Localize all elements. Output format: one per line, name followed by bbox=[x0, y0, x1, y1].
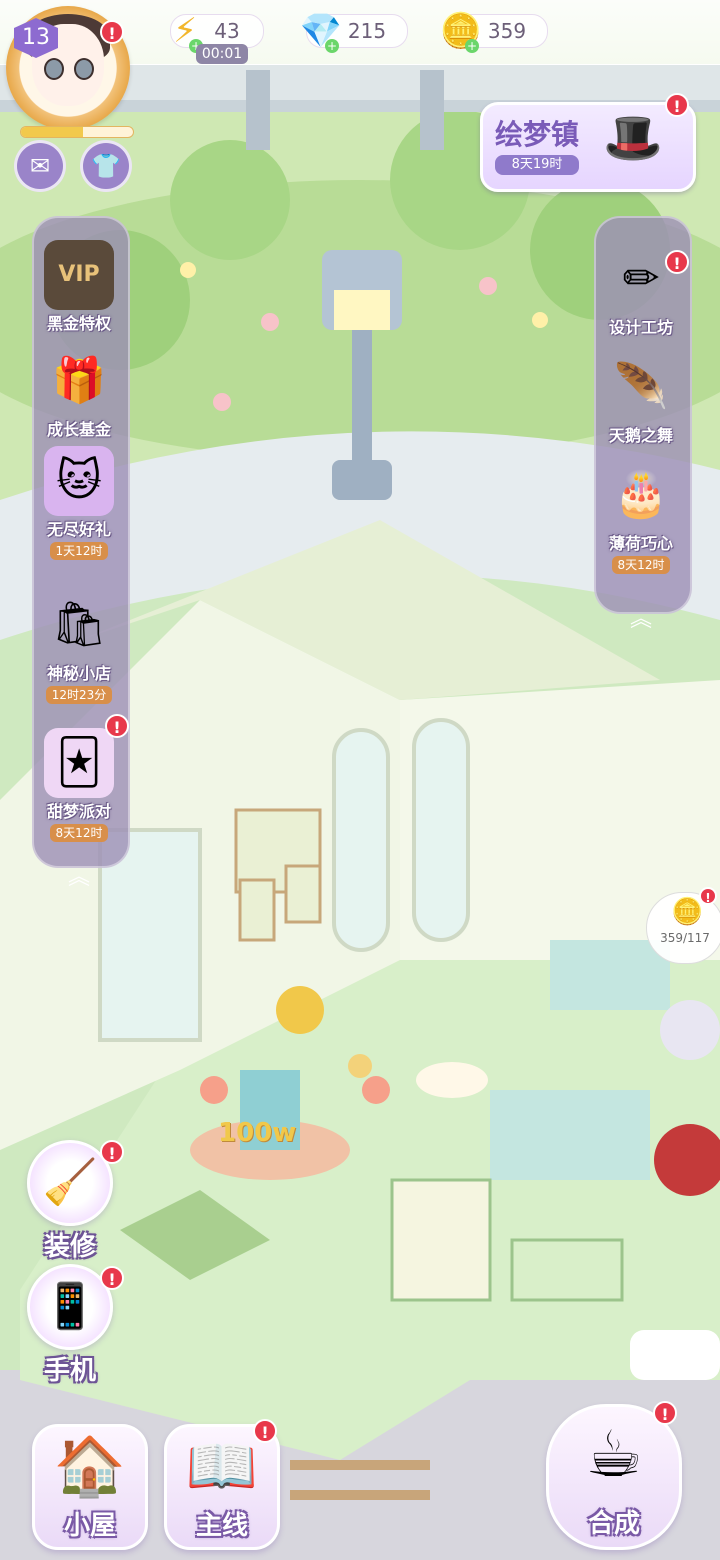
coins-resource[interactable]: 🪙 + 359 bbox=[440, 11, 548, 53]
mail-icon: ✉ bbox=[29, 152, 51, 180]
sidebar-item-mint-choco[interactable]: 🎂 薄荷巧心 8天12时 bbox=[593, 460, 689, 574]
chocolate-cake-icon: 🎂 bbox=[613, 469, 669, 520]
sidebar-item-mystery-shop[interactable]: 🛍 神秘小店 12时23分 bbox=[31, 590, 127, 704]
sidebar-item-label: 神秘小店 bbox=[46, 664, 111, 683]
vip-card-icon: VIP bbox=[44, 240, 114, 310]
sidebar-item-swan-dance[interactable]: 🪶 天鹅之舞 bbox=[593, 352, 689, 446]
sidebar-item-endless-gift[interactable]: 🐱 无尽好礼 1天12时 bbox=[31, 446, 127, 560]
cat-gift-icon: 🐱 bbox=[44, 446, 114, 516]
party-cards-icon: 🃏 bbox=[44, 728, 114, 798]
gems-resource[interactable]: 💎 + 215 bbox=[300, 11, 408, 53]
outfit-icon: 👕 bbox=[91, 152, 121, 180]
avatar-eye-right bbox=[74, 58, 94, 80]
phone-button[interactable]: 📱 手机 ! bbox=[22, 1264, 124, 1387]
coin-collect-count: 359/117 bbox=[660, 931, 710, 945]
event-alert-badge: ! bbox=[665, 93, 689, 117]
sidebar-item-design-workshop[interactable]: ✏ 设计工坊 ! bbox=[593, 244, 689, 338]
sidebar-item-label: 黑金特权 bbox=[46, 314, 111, 333]
phone-label: 手机 bbox=[43, 1356, 96, 1386]
fountain-sign: 100w bbox=[218, 1118, 297, 1148]
sidebar-item-label: 无尽好礼 bbox=[46, 520, 111, 539]
avatar-alert-badge: ! bbox=[100, 20, 124, 44]
xp-bar-fill bbox=[21, 127, 83, 137]
energy-resource[interactable]: ⚡ + 43 bbox=[170, 11, 264, 53]
sidebar-item-label: 设计工坊 bbox=[608, 318, 673, 337]
energy-timer: 00:01 bbox=[196, 44, 248, 64]
sidebar-item-timer: 12时23分 bbox=[45, 686, 113, 704]
sidebar-item-label: 天鹅之舞 bbox=[608, 426, 673, 445]
player-avatar[interactable]: 13 ! bbox=[6, 6, 134, 138]
decorate-alert-badge: ! bbox=[100, 1140, 124, 1164]
decorate-label: 装修 bbox=[43, 1232, 96, 1262]
nav-merge[interactable]: ☕ 合成 ! bbox=[546, 1401, 682, 1550]
coins-add-icon[interactable]: + bbox=[465, 39, 479, 53]
sidebar-item-timer: 1天12时 bbox=[49, 542, 109, 560]
right-sidebar-collapse-icon[interactable]: ︽ bbox=[624, 608, 658, 632]
shop-gifts-icon: 🛍 bbox=[51, 599, 107, 650]
feather-icon: 🪶 bbox=[613, 361, 669, 412]
energy-value: 43 bbox=[214, 19, 240, 43]
xp-bar bbox=[20, 126, 134, 138]
party-alert-badge: ! bbox=[105, 714, 129, 738]
coins-value: 359 bbox=[487, 19, 527, 43]
house-icon: 🏠 bbox=[53, 1432, 127, 1500]
decorate-button[interactable]: 🧹 装修 ! bbox=[22, 1140, 124, 1263]
event-banner-title: 绘梦镇 bbox=[495, 118, 580, 151]
sidebar-item-vip[interactable]: VIP 黑金特权 bbox=[31, 240, 127, 334]
sidebar-item-timer: 8天12时 bbox=[611, 556, 671, 574]
nav-cottage-label: 小屋 bbox=[63, 1511, 116, 1541]
coin-icon: 🪙 bbox=[671, 897, 704, 927]
nav-main-story[interactable]: 📖 主线 ! bbox=[164, 1419, 280, 1550]
coin-collect-bubble[interactable]: 🪙 359/117 ! bbox=[646, 887, 720, 964]
merge-alert-badge: ! bbox=[653, 1401, 677, 1425]
main-story-alert-badge: ! bbox=[253, 1419, 277, 1443]
sidebar-item-sweet-party[interactable]: 🃏 甜梦派对 8天12时 ! bbox=[31, 714, 129, 842]
nav-merge-label: 合成 bbox=[587, 1509, 640, 1539]
left-sidebar-collapse-icon[interactable]: ︽ bbox=[62, 866, 96, 890]
witch-hat-icon: 🎩 bbox=[603, 110, 663, 166]
design-alert-badge: ! bbox=[665, 250, 689, 274]
event-banner[interactable]: 绘梦镇 8天19时 🎩 ! bbox=[480, 93, 696, 192]
nav-main-story-label: 主线 bbox=[195, 1511, 248, 1541]
gems-value: 215 bbox=[347, 19, 387, 43]
sidebar-item-timer: 8天12时 bbox=[49, 824, 109, 842]
mail-button[interactable]: ✉ bbox=[14, 140, 66, 192]
sidebar-item-label: 薄荷巧心 bbox=[608, 534, 673, 553]
avatar-eye-left bbox=[44, 58, 64, 80]
pencil-ruler-icon: ✏ bbox=[622, 253, 660, 304]
sidebar-item-label: 甜梦派对 bbox=[46, 802, 111, 821]
gems-add-icon[interactable]: + bbox=[325, 39, 339, 53]
coin-alert-badge: ! bbox=[699, 887, 717, 905]
nav-cottage[interactable]: 🏠 小屋 bbox=[32, 1424, 148, 1550]
event-banner-timer: 8天19时 bbox=[495, 155, 579, 175]
sidebar-item-growth-fund[interactable]: 🎁 成长基金 bbox=[31, 346, 127, 440]
phone-alert-badge: ! bbox=[100, 1266, 124, 1290]
sidebar-item-label: 成长基金 bbox=[46, 420, 111, 439]
wardrobe-button[interactable]: 👕 bbox=[80, 140, 132, 192]
gift-box-icon: 🎁 bbox=[51, 355, 107, 406]
